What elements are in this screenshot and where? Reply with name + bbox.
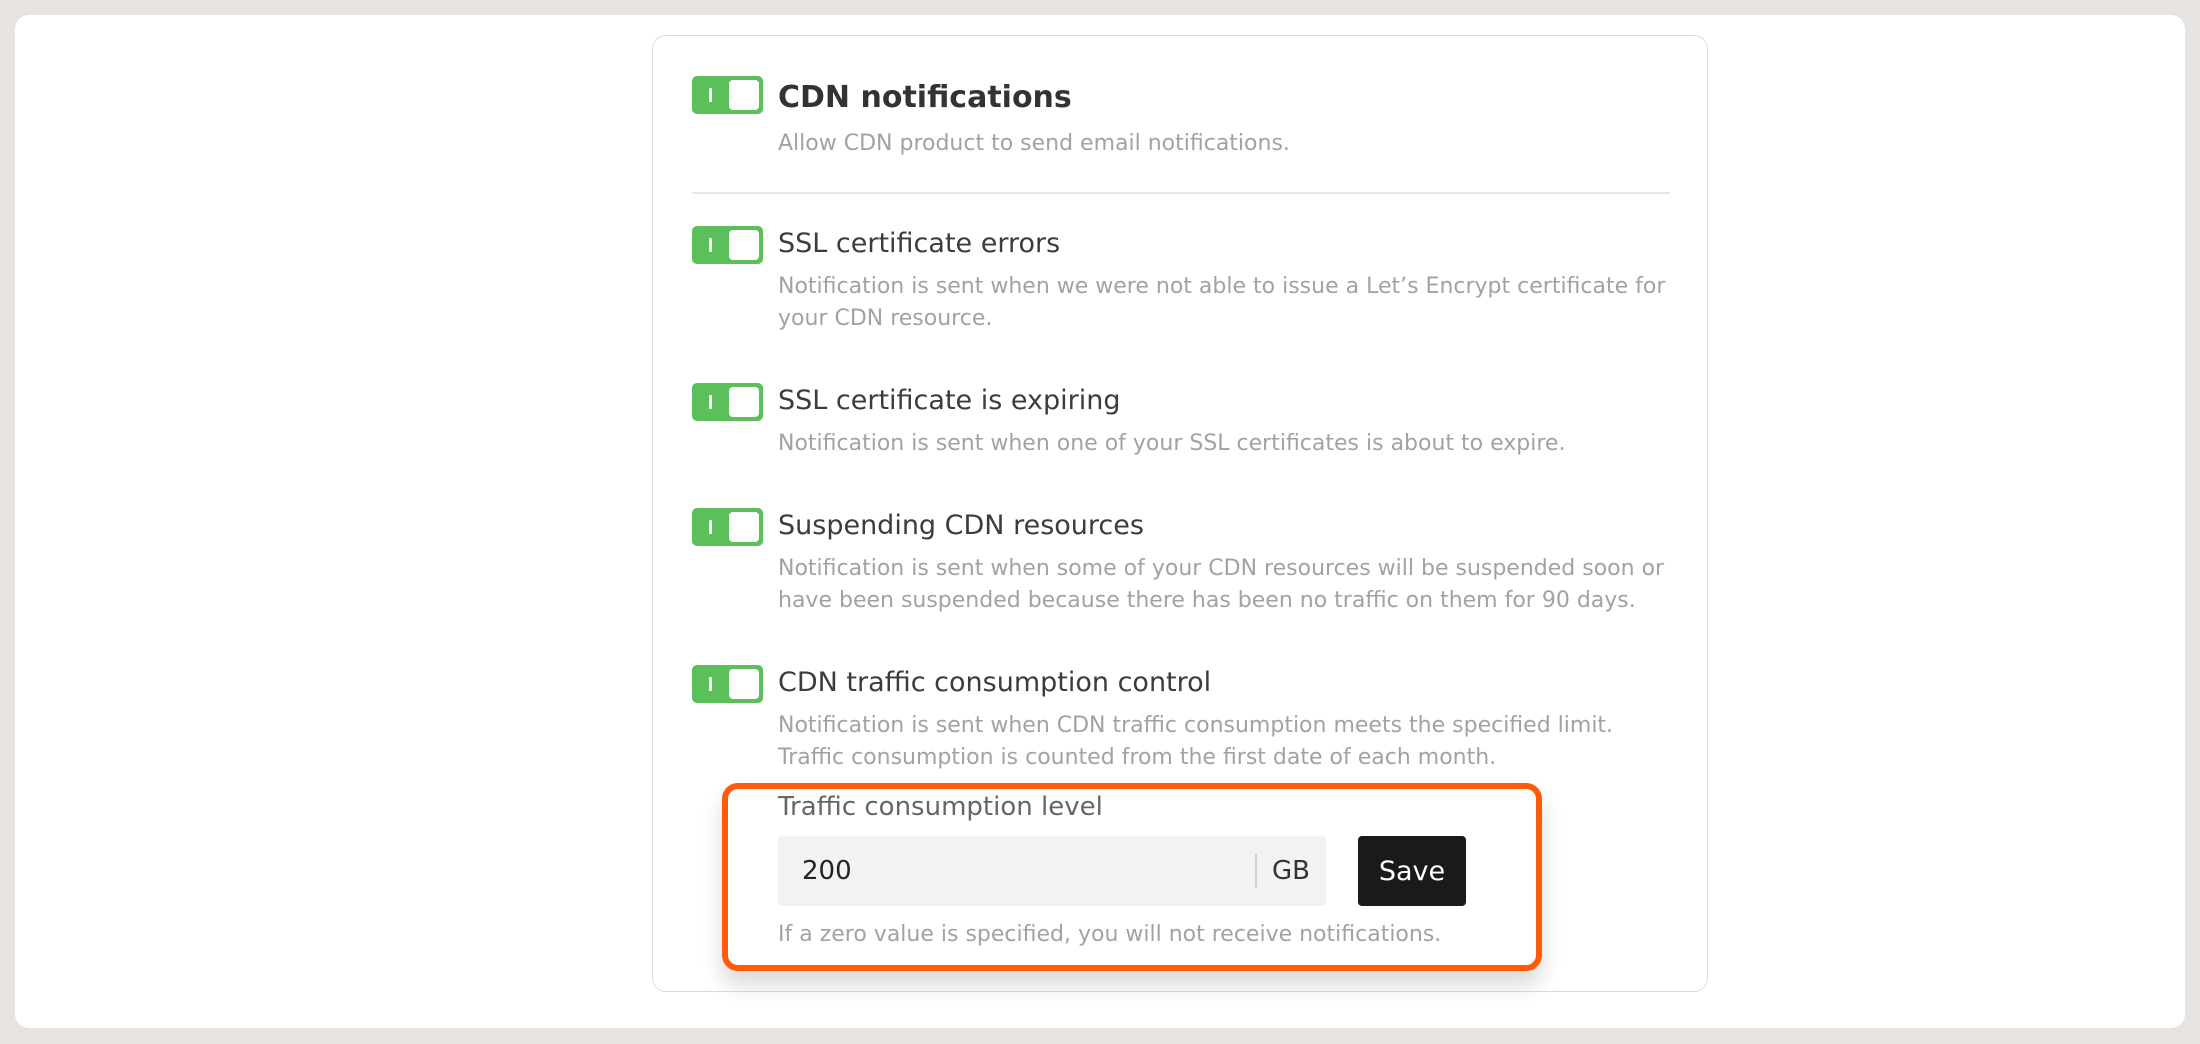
ssl-expiring-title: SSL certificate is expiring <box>778 385 1121 416</box>
cdn-notifications-toggle[interactable] <box>692 76 763 114</box>
traffic-control-description: Notification is sent when CDN traffic co… <box>778 713 1614 770</box>
unit-separator <box>1255 854 1257 888</box>
toggle-on-mark-icon <box>709 88 712 102</box>
toggle-on-mark-icon <box>709 520 712 534</box>
toggle-on-mark-icon <box>709 395 712 409</box>
cdn-notifications-description: Allow CDN product to send email notifica… <box>778 131 1290 156</box>
toggle-knob <box>729 512 759 542</box>
traffic-level-field: GB <box>778 836 1326 906</box>
traffic-control-toggle[interactable] <box>692 665 763 703</box>
toggle-knob <box>729 669 759 699</box>
section-divider <box>692 192 1670 194</box>
toggle-knob <box>729 230 759 260</box>
cdn-notifications-title: CDN notifications <box>778 80 1072 115</box>
traffic-level-label: Traffic consumption level <box>778 792 1103 822</box>
traffic-level-hint: If a zero value is specified, you will n… <box>778 922 1442 947</box>
traffic-unit: GB <box>1272 856 1310 886</box>
toggle-on-mark-icon <box>709 677 712 691</box>
ssl-expiring-description: Notification is sent when one of your SS… <box>778 431 1566 456</box>
suspending-resources-toggle[interactable] <box>692 508 763 546</box>
ssl-errors-toggle[interactable] <box>692 226 763 264</box>
toggle-knob <box>729 387 759 417</box>
ssl-errors-description: Notification is sent when we were not ab… <box>778 274 1666 331</box>
save-button[interactable]: Save <box>1358 836 1466 906</box>
suspending-resources-title: Suspending CDN resources <box>778 510 1144 541</box>
suspending-resources-description: Notification is sent when some of your C… <box>778 556 1665 613</box>
traffic-level-input[interactable] <box>802 836 1272 906</box>
ssl-expiring-toggle[interactable] <box>692 383 763 421</box>
toggle-on-mark-icon <box>709 238 712 252</box>
toggle-knob <box>729 80 759 110</box>
traffic-control-title: CDN traffic consumption control <box>778 667 1212 698</box>
ssl-errors-title: SSL certificate errors <box>778 228 1061 259</box>
